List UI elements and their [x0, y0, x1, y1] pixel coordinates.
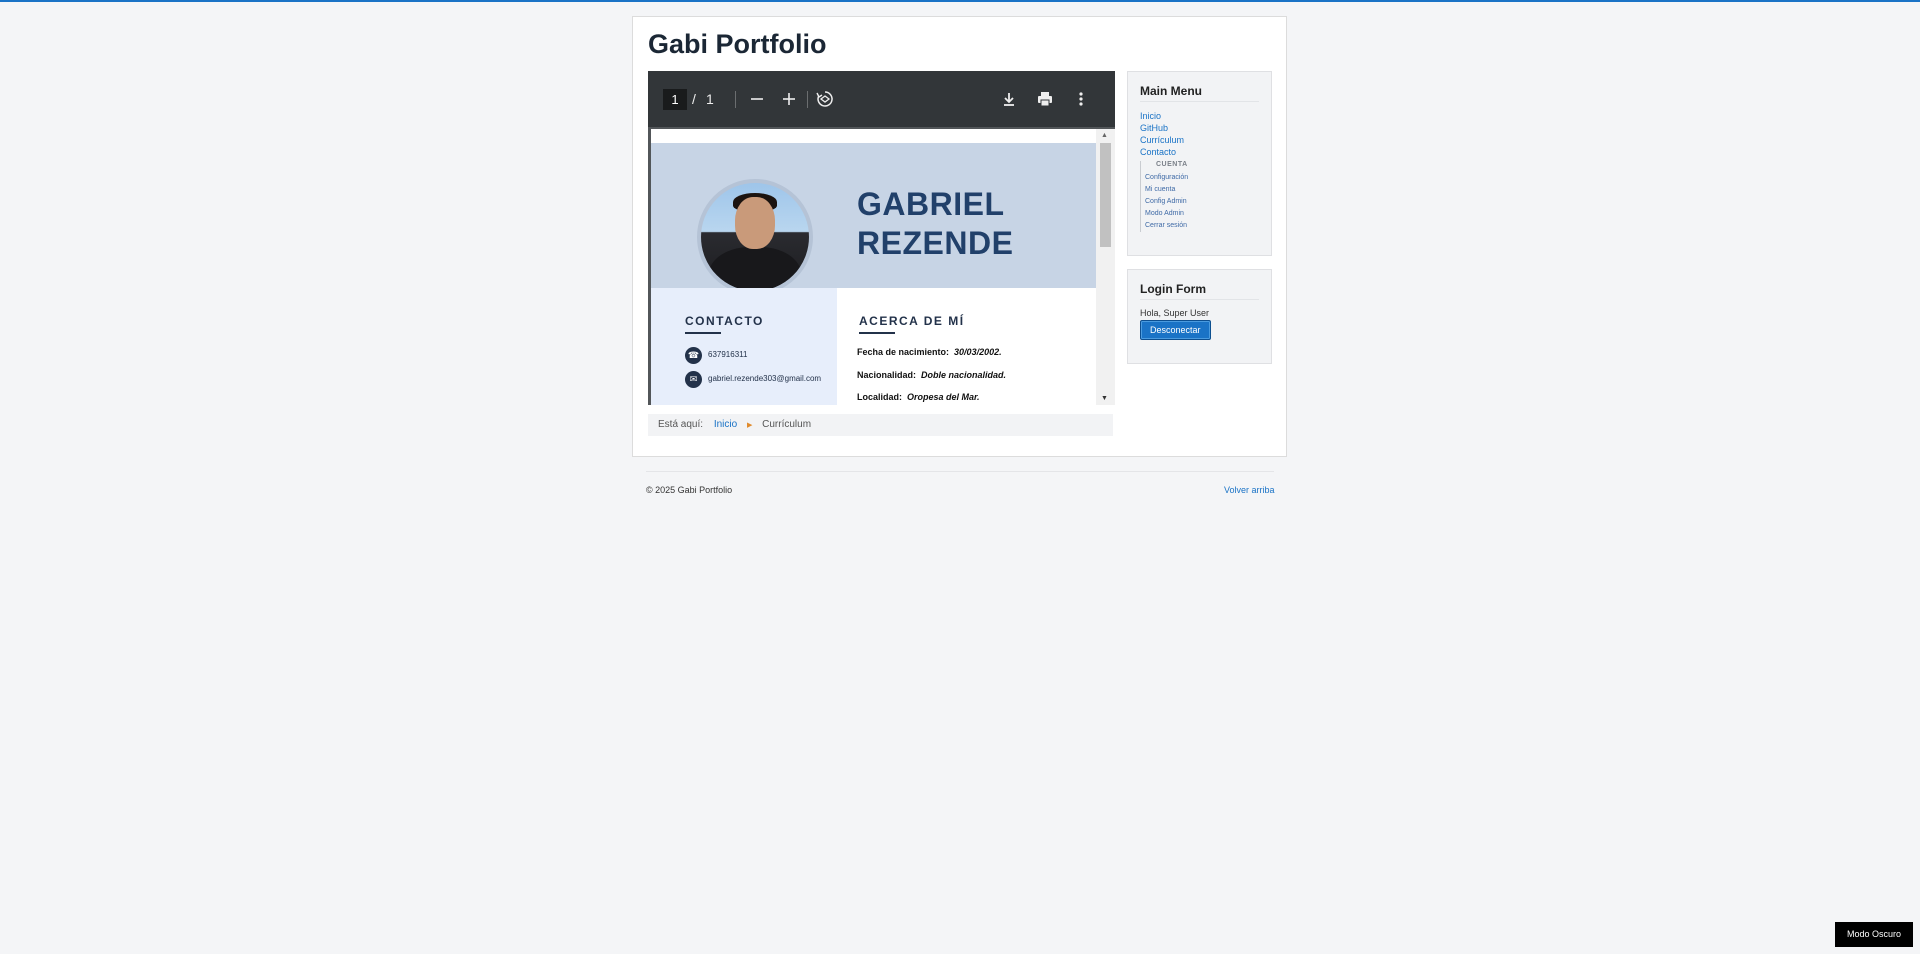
- scroll-down-icon[interactable]: ▼: [1101, 395, 1108, 402]
- submenu-item-mi-cuenta[interactable]: Mi cuenta: [1145, 184, 1259, 196]
- breadcrumb-current: Currículum: [762, 419, 812, 430]
- scroll-up-icon[interactable]: ▲: [1101, 132, 1108, 139]
- submenu-item-config-admin[interactable]: Config Admin: [1145, 196, 1259, 208]
- submenu-item-configuracion[interactable]: Configuración: [1145, 172, 1259, 184]
- page-separator: /: [692, 91, 696, 107]
- account-submenu: CUENTA Configuración Mi cuenta Config Ad…: [1140, 161, 1259, 232]
- cv-field-nationality: Nacionalidad: Doble nacionalidad.: [857, 370, 1007, 380]
- email-address: gabriel.rezende303@gmail.com: [708, 374, 822, 383]
- rotate-icon[interactable]: [811, 85, 839, 113]
- login-form-module: Login Form Hola, Super User Desconectar: [1127, 269, 1272, 364]
- menu-item-curriculum[interactable]: Currículum: [1140, 134, 1259, 146]
- submenu-item-modo-admin[interactable]: Modo Admin: [1145, 208, 1259, 220]
- cv-first-name: GABRIEL: [857, 186, 1005, 222]
- print-icon[interactable]: [1031, 85, 1059, 113]
- cv-field-birthdate: Fecha de nacimiento: 30/03/2002.: [857, 347, 1002, 357]
- breadcrumb-separator-icon: ▶: [746, 422, 753, 429]
- profile-photo: [697, 179, 813, 295]
- breadcrumb-prefix: Está aquí:: [658, 419, 704, 430]
- toolbar-divider: [807, 91, 808, 108]
- menu-item-github[interactable]: GitHub: [1140, 122, 1259, 134]
- breadcrumb-home-link[interactable]: Inicio: [714, 419, 737, 430]
- pdf-page: GABRIEL REZENDE CONTACTO ☎ 637916311 ✉ g…: [651, 129, 1096, 405]
- page-number-input[interactable]: 1: [663, 89, 687, 110]
- cv-last-name: REZENDE: [857, 225, 1014, 261]
- page-total: 1: [706, 91, 714, 107]
- menu-item-inicio[interactable]: Inicio: [1140, 110, 1259, 122]
- footer-copyright: © 2025 Gabi Portfolio: [646, 485, 733, 495]
- cv-contact-column: [651, 288, 837, 405]
- about-rule: [859, 332, 895, 334]
- cv-field-locality: Localidad: Oropesa del Mar.: [857, 392, 980, 402]
- phone-number: 637916311: [708, 350, 748, 359]
- menu-item-contacto[interactable]: Contacto: [1140, 146, 1259, 158]
- login-form-title: Login Form: [1140, 282, 1259, 300]
- about-heading: ACERCA DE MÍ: [859, 314, 965, 328]
- back-to-top-link[interactable]: Volver arriba: [1224, 485, 1275, 495]
- more-vertical-icon[interactable]: [1067, 85, 1095, 113]
- toolbar-divider: [735, 91, 736, 108]
- main-card: Gabi Portfolio 1 / 1 GABRIEL REZENDE CON…: [632, 16, 1287, 457]
- scroll-thumb[interactable]: [1100, 143, 1111, 247]
- pdf-scrollbar[interactable]: ▲ ▼: [1096, 129, 1115, 405]
- contact-heading: CONTACTO: [685, 314, 764, 328]
- site-title: Gabi Portfolio: [648, 29, 827, 59]
- minus-icon[interactable]: [743, 85, 771, 113]
- download-icon[interactable]: [995, 85, 1023, 113]
- main-menu-title: Main Menu: [1140, 84, 1259, 102]
- footer-divider: [646, 471, 1274, 472]
- cv-name: GABRIEL REZENDE: [857, 185, 1013, 263]
- contact-rule: [685, 332, 721, 334]
- email-icon: ✉: [685, 371, 702, 388]
- submenu-item-cerrar-sesion[interactable]: Cerrar sesión: [1145, 220, 1259, 232]
- login-greeting: Hola, Super User: [1140, 308, 1210, 318]
- main-menu-module: Main Menu Inicio GitHub Currículum Conta…: [1127, 71, 1272, 256]
- dark-mode-button[interactable]: Modo Oscuro: [1835, 922, 1913, 947]
- breadcrumb: Está aquí: Inicio ▶ Currículum: [648, 414, 1113, 436]
- pdf-toolbar: 1 / 1: [648, 71, 1115, 127]
- account-submenu-label: CUENTA: [1156, 161, 1188, 168]
- plus-icon[interactable]: [775, 85, 803, 113]
- pdf-viewer[interactable]: 1 / 1 GABRIEL REZENDE CONTACTO ☎ 6379163…: [648, 71, 1115, 405]
- phone-icon: ☎: [685, 347, 702, 364]
- logout-button[interactable]: Desconectar: [1140, 320, 1211, 340]
